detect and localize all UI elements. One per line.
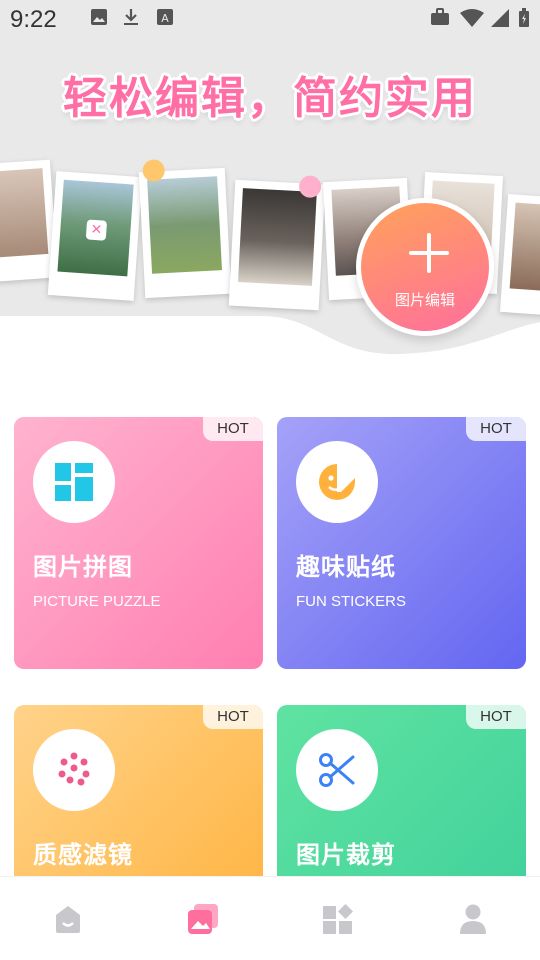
feature-title: 趣味贴纸 xyxy=(296,553,396,581)
briefcase-icon xyxy=(431,8,449,25)
feature-subtitle: PICTURE PUZZLE xyxy=(33,593,161,610)
photo-card xyxy=(138,158,232,299)
edit-image-label: 图片编辑 xyxy=(394,291,455,309)
wifi-icon xyxy=(460,9,484,27)
nav-apps[interactable] xyxy=(270,877,405,960)
plus-icon xyxy=(409,233,449,273)
photo-card xyxy=(499,194,540,316)
profile-icon xyxy=(460,904,486,934)
nav-home[interactable] xyxy=(0,877,135,960)
grid-icon xyxy=(55,463,93,501)
feature-title: 质感滤镜 xyxy=(33,841,133,869)
hot-badge: HOT xyxy=(203,705,263,729)
app-notification-icon: A xyxy=(157,9,173,25)
sticker-icon xyxy=(319,464,355,500)
header-banner: 轻松编辑，简约实用 ✕ 图片编辑 xyxy=(0,0,540,360)
feature-subtitle: FUN STICKERS xyxy=(296,593,407,610)
status-bar: 9:22 A xyxy=(0,0,540,36)
feature-title: 图片裁剪 xyxy=(296,841,396,869)
gallery-icon xyxy=(188,904,218,934)
download-notification-icon xyxy=(124,9,138,25)
feature-card-puzzle[interactable]: HOT 图片拼图 PICTURE PUZZLE xyxy=(14,417,263,669)
feature-icon-circle xyxy=(296,441,378,523)
battery-icon xyxy=(519,8,529,27)
bottom-nav xyxy=(0,876,540,960)
feature-icon-circle xyxy=(33,729,115,811)
hot-badge: HOT xyxy=(203,417,263,441)
feature-icon-circle xyxy=(296,729,378,811)
photo-card xyxy=(228,175,326,311)
image-notification-icon xyxy=(91,9,107,25)
apps-icon xyxy=(323,904,353,934)
feature-card-stickers[interactable]: HOT 趣味贴纸 FUN STICKERS xyxy=(277,417,526,669)
svg-text:A: A xyxy=(161,12,169,25)
signal-icon xyxy=(491,9,509,27)
home-icon xyxy=(56,906,80,933)
scissors-icon xyxy=(319,753,355,787)
status-time: 9:22 xyxy=(10,6,57,33)
nav-profile[interactable] xyxy=(405,877,540,960)
hot-badge: HOT xyxy=(466,705,526,729)
feature-icon-circle xyxy=(33,441,115,523)
filter-dots-icon xyxy=(58,752,90,786)
edit-image-button[interactable]: 图片编辑 xyxy=(356,198,494,336)
feature-title: 图片拼图 xyxy=(33,553,133,581)
hot-badge: HOT xyxy=(466,417,526,441)
nav-gallery[interactable] xyxy=(135,877,270,960)
cute-sticker-icon xyxy=(298,175,322,199)
close-sticker-icon: ✕ xyxy=(85,219,108,241)
photo-card: ✕ xyxy=(47,171,143,301)
slogan-title: 轻松编辑，简约实用 xyxy=(63,73,477,124)
